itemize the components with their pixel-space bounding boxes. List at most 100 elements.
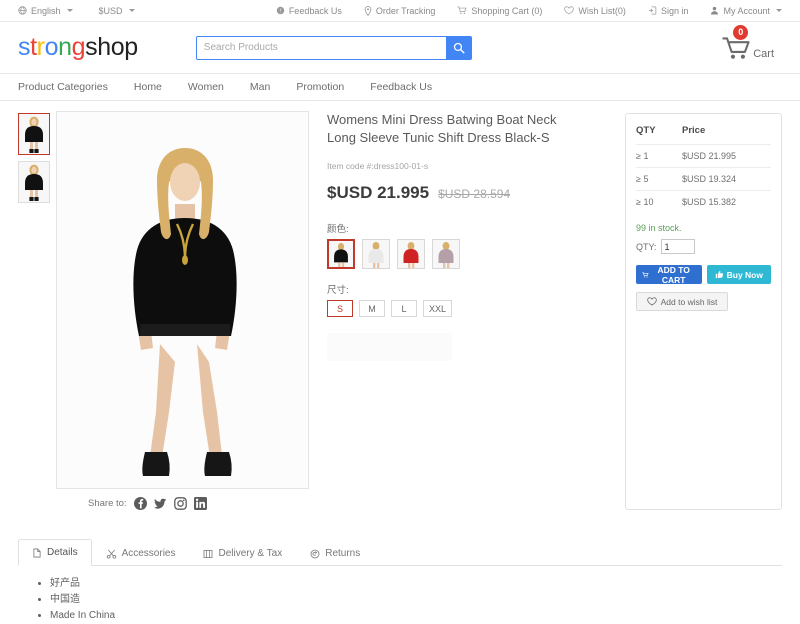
currency-label: $USD — [98, 5, 123, 16]
quantity-row: QTY: — [636, 239, 771, 254]
search-button[interactable] — [445, 35, 472, 60]
details-list: 好产品中国造Made In China — [18, 576, 782, 624]
my-account-menu[interactable]: My Account — [710, 6, 782, 16]
size-option-m[interactable]: M — [359, 300, 385, 317]
sign-in-icon — [648, 6, 657, 15]
thumbnail-2[interactable] — [18, 161, 50, 203]
product-photo-illustration — [57, 112, 308, 488]
tab-label: Returns — [325, 548, 361, 559]
tab-label: Delivery & Tax — [218, 548, 283, 559]
feedback-icon: ! — [276, 6, 285, 15]
svg-text:!: ! — [280, 9, 281, 15]
table-row: ≥ 5 $USD 19.324 — [636, 167, 771, 191]
product-info: Womens Mini Dress Batwing Boat Neck Long… — [311, 111, 625, 510]
linkedin-icon[interactable] — [193, 497, 207, 510]
facebook-icon[interactable] — [133, 497, 147, 510]
location-pin-icon — [364, 5, 372, 16]
nav-item-man[interactable]: Man — [250, 81, 270, 93]
list-item: 好产品 — [50, 576, 782, 592]
nav-item-home[interactable]: Home — [134, 81, 162, 93]
share-row: Share to: — [88, 497, 311, 510]
buy-now-label: Buy Now — [726, 269, 763, 280]
tier-price: $USD 21.995 — [682, 144, 771, 168]
tab-list: Details Accessories Delivery & Tax Returns — [18, 538, 782, 566]
color-swatch-white[interactable] — [362, 239, 390, 269]
color-swatch-list — [327, 239, 619, 269]
logo-letter: r — [36, 33, 45, 61]
wish-list-label: Wish List(0) — [578, 5, 626, 16]
header-cart-button[interactable]: 0 Cart — [721, 24, 782, 61]
color-swatch-photo — [363, 240, 389, 268]
quantity-input[interactable] — [660, 239, 695, 254]
size-label: 尺寸: — [327, 285, 349, 296]
col-price: Price — [682, 125, 706, 136]
nav-item-women[interactable]: Women — [188, 81, 224, 93]
topbar-right-group: ! Feedback Us Order Tracking Shopping Ca… — [276, 6, 782, 16]
search-input[interactable] — [195, 35, 446, 60]
wish-list-link[interactable]: Wish List(0) — [564, 6, 626, 16]
tab-accessories[interactable]: Accessories — [92, 540, 190, 566]
tab-label: Accessories — [121, 548, 176, 559]
add-to-wish-list-button[interactable]: Add to wish list — [636, 292, 728, 311]
main-product-image[interactable] — [56, 111, 309, 489]
add-to-cart-button[interactable]: ADD TO CART — [636, 264, 702, 285]
delivery-icon — [203, 549, 213, 559]
buy-now-button[interactable]: Buy Now — [706, 265, 771, 284]
tab-delivery-tax[interactable]: Delivery & Tax — [189, 540, 296, 566]
shopping-cart-link[interactable]: Shopping Cart (0) — [457, 6, 542, 16]
color-swatch-red[interactable] — [397, 239, 425, 269]
twitter-icon[interactable] — [153, 497, 167, 510]
order-tracking-link[interactable]: Order Tracking — [364, 5, 436, 16]
logo-letter: s — [18, 33, 31, 61]
thumbnail-1[interactable] — [18, 113, 50, 155]
color-swatch-mauve[interactable] — [432, 239, 460, 269]
size-option-s[interactable]: S — [327, 300, 353, 317]
color-swatch-photo — [398, 240, 424, 268]
sign-in-link[interactable]: Sign in — [648, 6, 688, 16]
accessories-icon — [106, 549, 117, 559]
thumbnail-photo — [19, 114, 49, 154]
chevron-down-icon — [66, 9, 73, 12]
size-option-xxl[interactable]: XXL — [423, 300, 453, 317]
tab-details[interactable]: Details — [18, 539, 92, 566]
logo-letter: p — [124, 33, 138, 61]
color-swatch-black[interactable] — [327, 239, 355, 269]
search-bar — [195, 35, 472, 60]
chevron-down-icon — [776, 9, 782, 12]
add-to-wish-label: Add to wish list — [660, 296, 718, 307]
table-header-row: QTY Price — [636, 125, 771, 145]
action-button-row: ADD TO CART Buy Now — [636, 264, 771, 285]
language-label: English — [31, 5, 61, 16]
product-gallery: Share to: — [56, 111, 311, 510]
tab-panel-details: 好产品中国造Made In China — [18, 566, 782, 624]
nav-item-promotion[interactable]: Promotion — [296, 81, 344, 93]
tier-price: $USD 15.382 — [682, 190, 771, 213]
site-logo[interactable]: strongshop — [18, 33, 138, 62]
main-navigation: Product Categories Home Women Man Promotion F… — [0, 74, 800, 101]
search-icon — [453, 42, 465, 54]
topbar-left-group: English $USD — [18, 6, 135, 16]
currency-selector[interactable]: $USD — [99, 6, 135, 16]
tier-qty: ≥ 1 — [636, 144, 682, 168]
size-option-l[interactable]: L — [391, 300, 417, 317]
thumbs-up-icon — [715, 270, 723, 279]
globe-icon — [18, 6, 27, 15]
feedback-link[interactable]: ! Feedback Us — [276, 6, 342, 16]
instagram-icon[interactable] — [173, 497, 187, 510]
share-label: Share to: — [88, 498, 127, 509]
order-tracking-label: Order Tracking — [375, 5, 436, 16]
current-price: $USD 21.995 — [327, 183, 430, 202]
details-icon — [32, 548, 42, 558]
tab-returns[interactable]: Returns — [296, 540, 374, 566]
add-to-cart-label: ADD TO CART — [657, 264, 690, 285]
color-label: 颜色: — [327, 224, 349, 235]
language-selector[interactable]: English — [18, 6, 73, 16]
my-account-label: My Account — [723, 5, 770, 16]
nav-item-feedback-us[interactable]: Feedback Us — [370, 81, 432, 93]
utility-topbar: English $USD ! Feedback Us Order Trackin… — [0, 0, 800, 22]
logo-letter: o — [110, 33, 125, 61]
cart-icon — [457, 6, 467, 15]
list-item: Made In China — [50, 608, 782, 624]
cart-count-badge: 0 — [733, 24, 749, 40]
nav-item-product-categories[interactable]: Product Categories — [18, 81, 108, 93]
